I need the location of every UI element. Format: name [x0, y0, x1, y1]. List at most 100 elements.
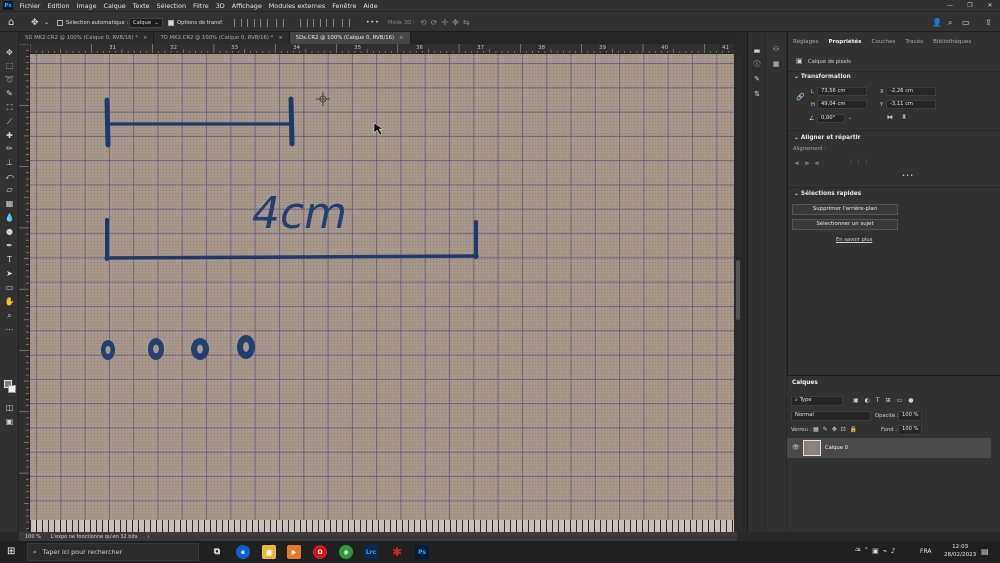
- tab-bibliotheques[interactable]: Bibliothèques: [928, 36, 976, 50]
- fill-field[interactable]: 100 %: [898, 425, 922, 435]
- app-green-icon[interactable]: ◉: [339, 545, 353, 559]
- align-section-title[interactable]: ⌄ Aligner et répartir: [794, 135, 860, 141]
- layers-title[interactable]: Calques: [792, 380, 818, 386]
- quick-mask-icon[interactable]: ◫: [4, 402, 15, 413]
- workspace-icon[interactable]: ▭: [962, 12, 970, 33]
- remove-background-button[interactable]: Supprimer l'arrière-plan: [792, 204, 898, 215]
- align-middle-icon[interactable]: [313, 18, 321, 27]
- tab-5ds[interactable]: 5Ds.CR2 @ 100% (Calque 0, RVB/16) ×: [289, 32, 411, 44]
- y-field[interactable]: -3,11 cm: [886, 100, 936, 109]
- align-top-icon[interactable]: [300, 18, 308, 27]
- move-tool-icon[interactable]: ✥: [31, 12, 39, 33]
- close-icon[interactable]: ✕: [980, 0, 1000, 11]
- explorer-icon[interactable]: ▆: [262, 545, 276, 559]
- transform-section-title[interactable]: ⌄ Transformation: [794, 74, 851, 80]
- marquee-icon[interactable]: ⬚: [4, 60, 15, 71]
- document-canvas[interactable]: 4cm: [30, 54, 734, 520]
- learn-more-link[interactable]: En savoir plus: [836, 237, 872, 243]
- valign-icons-row[interactable]: ⫶⫶⫶: [850, 159, 873, 168]
- eyedropper-icon[interactable]: ⟋: [4, 116, 15, 127]
- tab-5d-mk2[interactable]: 5D MK2.CR2 @ 100% (Calque 0, RVB/16) * ×: [19, 32, 155, 44]
- layer-row[interactable]: 👁 Calque 0: [787, 438, 991, 458]
- angle-chevron-icon[interactable]: ⌄: [848, 115, 852, 121]
- quick-select-icon[interactable]: ✎: [4, 88, 15, 99]
- tab-close-icon[interactable]: ×: [278, 35, 282, 41]
- menu-selection[interactable]: Sélection: [153, 2, 189, 10]
- align-center-icon[interactable]: [247, 18, 255, 27]
- layer-name[interactable]: Calque 0: [825, 445, 848, 451]
- crop-icon[interactable]: ⛶: [4, 102, 15, 113]
- screen-mode-icon[interactable]: ▣: [4, 416, 15, 427]
- distribute-icon[interactable]: [342, 18, 350, 27]
- menu-edition[interactable]: Edition: [44, 2, 73, 10]
- history-brush-icon[interactable]: ⤺: [4, 171, 15, 182]
- lock-icons[interactable]: ▦✎✥⊡🔒: [813, 426, 861, 433]
- healing-icon[interactable]: ✚: [4, 130, 15, 141]
- info-icon[interactable]: ⓘ: [752, 59, 762, 69]
- grid-panel-icon[interactable]: ▦: [771, 59, 781, 69]
- pen-icon[interactable]: ✒: [4, 240, 15, 251]
- menu-3d[interactable]: 3D: [212, 2, 228, 10]
- lasso-icon[interactable]: ➰: [4, 74, 15, 85]
- height-field[interactable]: 49,04 cm: [817, 100, 867, 109]
- angle-field[interactable]: 0,00°: [817, 114, 845, 123]
- histogram-icon[interactable]: ▃: [752, 44, 762, 54]
- clock[interactable]: 12:03 28/02/2023: [944, 543, 976, 559]
- adjust-icon[interactable]: ⇅: [752, 89, 762, 99]
- path-select-icon[interactable]: ➤: [4, 268, 15, 279]
- more-options-button[interactable]: •••: [366, 12, 380, 33]
- share-icon[interactable]: ⇪: [985, 12, 992, 33]
- background-color-swatch[interactable]: [8, 385, 16, 393]
- 3d-tools-icon[interactable]: ⟲⟳✛✥⇆: [420, 12, 474, 33]
- minimize-icon[interactable]: —: [940, 0, 960, 11]
- account-icon[interactable]: 👤: [932, 12, 942, 33]
- align-justify-icon[interactable]: [276, 18, 284, 27]
- flip-vertical-icon[interactable]: ⧗: [902, 113, 906, 121]
- task-view-icon[interactable]: ⧉: [210, 545, 224, 559]
- auto-select-dropdown[interactable]: Calque ⌄: [129, 12, 163, 33]
- learn-icon[interactable]: ⚇: [771, 44, 781, 54]
- tray-icons[interactable]: ⛅︎˄▣⌁♪: [855, 547, 899, 556]
- tab-close-icon[interactable]: ×: [399, 35, 403, 41]
- dodge-icon[interactable]: ●: [4, 226, 15, 237]
- eraser-icon[interactable]: ▱: [4, 184, 15, 195]
- scrollbar-thumb[interactable]: [736, 260, 740, 320]
- opera-icon[interactable]: O: [313, 545, 327, 559]
- tab-7d-mk2[interactable]: 7D MK2.CR2 @ 100% (Calque 0, RVB/16) * ×: [154, 32, 290, 44]
- brush-settings-icon[interactable]: ✎: [752, 74, 762, 84]
- stamp-icon[interactable]: ⊥: [4, 157, 15, 168]
- tab-reglages[interactable]: Réglages: [788, 36, 824, 50]
- select-subject-button[interactable]: Sélectionner un sujet: [792, 219, 898, 230]
- menu-aide[interactable]: Aide: [360, 2, 381, 10]
- home-icon[interactable]: ⌂: [8, 12, 14, 33]
- align-left-icon[interactable]: [234, 18, 242, 27]
- align-icons-row[interactable]: ⫷⫸⫷: [795, 159, 825, 168]
- brush-icon[interactable]: ✏: [4, 143, 15, 154]
- move-icon[interactable]: ✥: [4, 47, 15, 58]
- flip-horizontal-icon[interactable]: ⧓: [887, 114, 893, 121]
- menu-texte[interactable]: Texte: [129, 2, 153, 10]
- tab-close-icon[interactable]: ×: [143, 35, 147, 41]
- gradient-icon[interactable]: ▦: [4, 198, 15, 209]
- more-tools-icon[interactable]: ⋯: [4, 324, 15, 335]
- menu-fenetre[interactable]: Fenêtre: [329, 2, 360, 10]
- x-field[interactable]: -2,26 cm: [886, 87, 936, 96]
- align-right-icon[interactable]: [260, 18, 268, 27]
- chevron-down-icon[interactable]: ⌄: [44, 12, 49, 33]
- shape-icon[interactable]: ▭: [4, 282, 15, 293]
- more-align-button[interactable]: •••: [902, 173, 914, 179]
- windows-start-icon[interactable]: ⊞: [7, 546, 15, 557]
- visibility-eye-icon[interactable]: 👁: [792, 444, 800, 451]
- tab-couches[interactable]: Couches: [867, 36, 901, 50]
- hand-icon[interactable]: ✋: [4, 296, 15, 307]
- quick-actions-title[interactable]: ⌄ Sélections rapides: [794, 191, 861, 197]
- type-tool-icon[interactable]: T: [4, 254, 15, 265]
- menu-image[interactable]: Image: [73, 2, 100, 10]
- menu-calque[interactable]: Calque: [100, 2, 129, 10]
- menu-affichage[interactable]: Affichage: [228, 2, 265, 10]
- taskbar-search[interactable]: ⌕ Taper ici pour rechercher: [27, 543, 199, 561]
- edge-icon[interactable]: e: [236, 545, 250, 559]
- layer-filter-icons[interactable]: ▣◐T⊞▭●: [853, 397, 920, 404]
- restore-icon[interactable]: ❐: [960, 0, 980, 11]
- blur-icon[interactable]: 💧: [4, 212, 15, 223]
